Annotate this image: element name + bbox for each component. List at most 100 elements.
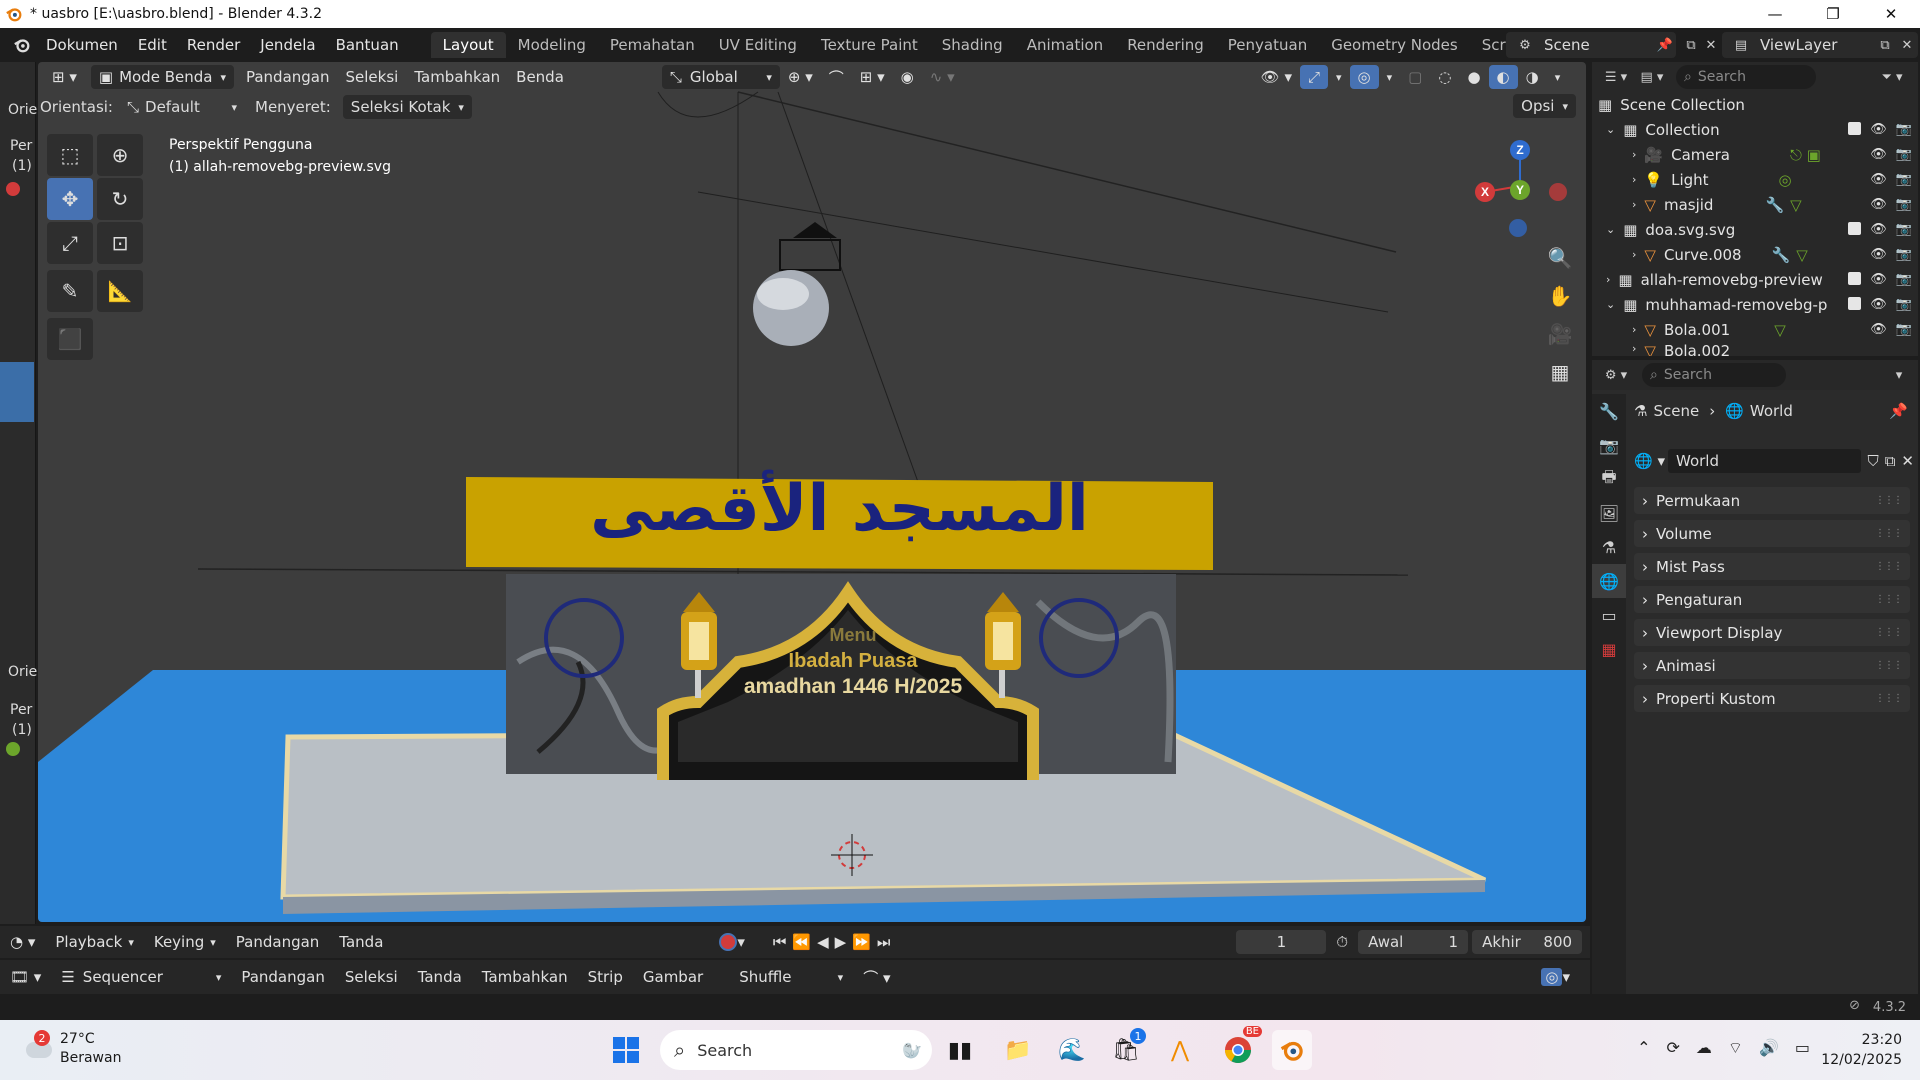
world-name-field[interactable]: World	[1668, 449, 1862, 473]
world-tab-icon[interactable]: 🌐	[1592, 564, 1626, 598]
drag-dropdown[interactable]: Seleksi Kotak ▾	[342, 95, 472, 119]
clock[interactable]: 23:20 12/02/2025	[1821, 1030, 1902, 1070]
solid-shading-icon[interactable]: ●	[1459, 65, 1488, 89]
camera-render-icon[interactable]: 📷	[1896, 222, 1912, 237]
eye-icon[interactable]: 👁	[1870, 172, 1887, 187]
cloud-off-icon[interactable]: ☁	[1696, 1038, 1712, 1058]
chevron-down-icon[interactable]: ▾	[1888, 364, 1910, 386]
measure-tool-icon[interactable]: 📐	[97, 270, 143, 312]
rendered-shading-icon[interactable]: ◑	[1518, 65, 1547, 89]
render-tab-icon[interactable]: 📷	[1592, 428, 1626, 462]
camera-render-icon[interactable]: 📷	[1896, 122, 1912, 137]
texture-tab-icon[interactable]: ▦	[1592, 632, 1626, 666]
maximize-button[interactable]: ❐	[1804, 0, 1862, 28]
weather-widget[interactable]: 2 27°C Berawan	[22, 1030, 121, 1068]
chevron-up-icon[interactable]: ⌃	[1637, 1038, 1650, 1058]
editor-type-icon[interactable]: ⊞ ▾	[44, 65, 85, 89]
snap-target-icon[interactable]: ⊞ ▾	[852, 65, 893, 89]
panel-animation[interactable]: › Animasi ⋮⋮⋮	[1634, 652, 1910, 679]
drag-grip-icon[interactable]: ⋮⋮⋮	[1875, 660, 1903, 671]
collection-tab-icon[interactable]: ▭	[1592, 598, 1626, 632]
outliner-row-bola-001[interactable]: › ▽ Bola.001 ▽ 👁 📷	[1592, 317, 1918, 342]
annotate-tool-icon[interactable]: ✎	[47, 270, 93, 312]
output-tab-icon[interactable]: 🖶	[1592, 462, 1626, 496]
new-scene-icon[interactable]: ⧉	[1680, 34, 1702, 56]
ortho-grid-icon[interactable]: ▦	[1544, 356, 1576, 388]
exclude-checkbox[interactable]	[1848, 297, 1862, 310]
cursor-tool-icon[interactable]: ⊕	[97, 134, 143, 176]
volume-icon[interactable]: 🔊	[1759, 1038, 1779, 1058]
start-frame-field[interactable]: Awal 1	[1358, 930, 1469, 954]
sequencer-select-menu[interactable]: Seleksi	[335, 968, 408, 986]
fake-user-icon[interactable]: ⛉	[1867, 452, 1878, 470]
outliner-row-curve[interactable]: › ▽ Curve.008 🔧 ▽ 👁 📷	[1592, 242, 1918, 267]
drag-grip-icon[interactable]: ⋮⋮⋮	[1875, 594, 1903, 605]
camera-render-icon[interactable]: 📷	[1896, 322, 1912, 337]
tab-geometry-nodes[interactable]: Geometry Nodes	[1319, 32, 1470, 58]
expand-icon[interactable]: ⌄	[1606, 223, 1615, 236]
end-frame-field[interactable]: Akhir 800	[1472, 930, 1583, 954]
tab-texture-paint[interactable]: Texture Paint	[809, 32, 930, 58]
expand-icon[interactable]: ⌄	[1606, 298, 1615, 311]
timeline-marker-menu[interactable]: Tanda	[329, 933, 393, 951]
panel-custom-properties[interactable]: › Properti Kustom ⋮⋮⋮	[1634, 685, 1910, 712]
drag-grip-icon[interactable]: ⋮⋮⋮	[1875, 627, 1903, 638]
tab-sculpting[interactable]: Pemahatan	[598, 32, 707, 58]
pivot-point-icon[interactable]: ⊕ ▾	[780, 65, 821, 89]
sequencer-editor-icon[interactable]: 🎞 ▾	[0, 968, 51, 986]
scene-selector[interactable]: ⚙ Scene 📌	[1506, 32, 1676, 58]
timeline-editor-icon[interactable]: ◔ ▾	[0, 933, 45, 951]
scale-tool-icon[interactable]: ⤢	[47, 222, 93, 264]
outliner-row-bola-002[interactable]: › ▽ Bola.002	[1592, 342, 1918, 356]
3d-viewport[interactable]: المسجد الأقصى Menu Ibadah Puasa amadhan …	[38, 62, 1586, 922]
menu-edit[interactable]: Edit	[128, 36, 177, 54]
outliner-row-allah-collection[interactable]: › ▦ allah-removebg-preview 👁 📷	[1592, 267, 1918, 292]
camera-render-icon[interactable]: 📷	[1896, 272, 1912, 287]
pin-icon[interactable]: 📌	[1654, 34, 1676, 56]
object-menu[interactable]: Benda	[508, 65, 572, 89]
sync-icon[interactable]: ⟳	[1667, 1038, 1680, 1058]
sequencer-view-menu[interactable]: Pandangan	[231, 968, 335, 986]
keying-menu[interactable]: Keying ▾	[144, 933, 226, 951]
expand-icon[interactable]: ›	[1632, 248, 1636, 261]
wireframe-shading-icon[interactable]: ◌	[1430, 65, 1459, 89]
shading-dropdown-icon[interactable]: ▾	[1547, 65, 1569, 89]
shuffle-dropdown[interactable]: Shuffle ▾	[729, 968, 853, 986]
tab-animation[interactable]: Animation	[1015, 32, 1115, 58]
playback-menu[interactable]: Playback ▾	[45, 933, 143, 951]
playback-controls-icon[interactable]: ⏮⏪◀▶⏩⏭	[763, 933, 906, 951]
expand-icon[interactable]: ›	[1606, 273, 1610, 286]
rotate-tool-icon[interactable]: ↻	[97, 178, 143, 220]
expand-icon[interactable]: ›	[1632, 198, 1636, 211]
material-shading-icon[interactable]: ◐	[1488, 65, 1518, 89]
scene-tab-icon[interactable]: ⚗	[1592, 530, 1626, 564]
eye-icon[interactable]: 👁	[1870, 322, 1887, 337]
current-frame-field[interactable]: 1	[1236, 930, 1327, 954]
menu-help[interactable]: Bantuan	[326, 36, 409, 54]
expand-icon[interactable]: ›	[1632, 173, 1636, 186]
outliner-row-doa-svg[interactable]: ⌄ ▦ doa.svg.svg 👁 📷	[1592, 217, 1918, 242]
app-orange-icon[interactable]: ⋀	[1160, 1030, 1200, 1070]
gizmo-dropdown-icon[interactable]: ▾	[1328, 65, 1350, 89]
stopwatch-icon[interactable]: ⏱	[1326, 933, 1358, 951]
gizmo-toggle-icon[interactable]: ⤢	[1299, 65, 1328, 89]
outliner-row-collection[interactable]: ⌄ ▦ Collection 👁 📷	[1592, 117, 1918, 142]
sequencer-strip-menu[interactable]: Strip	[578, 968, 633, 986]
add-cube-tool-icon[interactable]: ⬛	[47, 318, 93, 360]
eye-icon[interactable]: 👁	[1870, 197, 1887, 212]
exclude-checkbox[interactable]	[1848, 222, 1862, 235]
tab-uv-editing[interactable]: UV Editing	[707, 32, 809, 58]
panel-surface[interactable]: › Permukaan ⋮⋮⋮	[1634, 487, 1910, 514]
add-menu[interactable]: Tambahkan	[406, 65, 508, 89]
menu-file[interactable]: Dokumen	[36, 36, 128, 54]
taskbar-search-input[interactable]: ⌕ Search 🦭	[660, 1030, 932, 1070]
snap-icon[interactable]: ⌒	[821, 65, 852, 89]
start-button-icon[interactable]	[606, 1030, 646, 1070]
expand-icon[interactable]: ›	[1632, 323, 1636, 336]
exclude-checkbox[interactable]	[1848, 272, 1862, 285]
outliner-editor-icon[interactable]: ☰ ▾	[1598, 66, 1634, 88]
drag-grip-icon[interactable]: ⋮⋮⋮	[1875, 561, 1903, 572]
tab-shading[interactable]: Shading	[930, 32, 1015, 58]
options-dropdown[interactable]: Opsi ▾	[1513, 94, 1576, 118]
camera-render-icon[interactable]: 📷	[1896, 297, 1912, 312]
